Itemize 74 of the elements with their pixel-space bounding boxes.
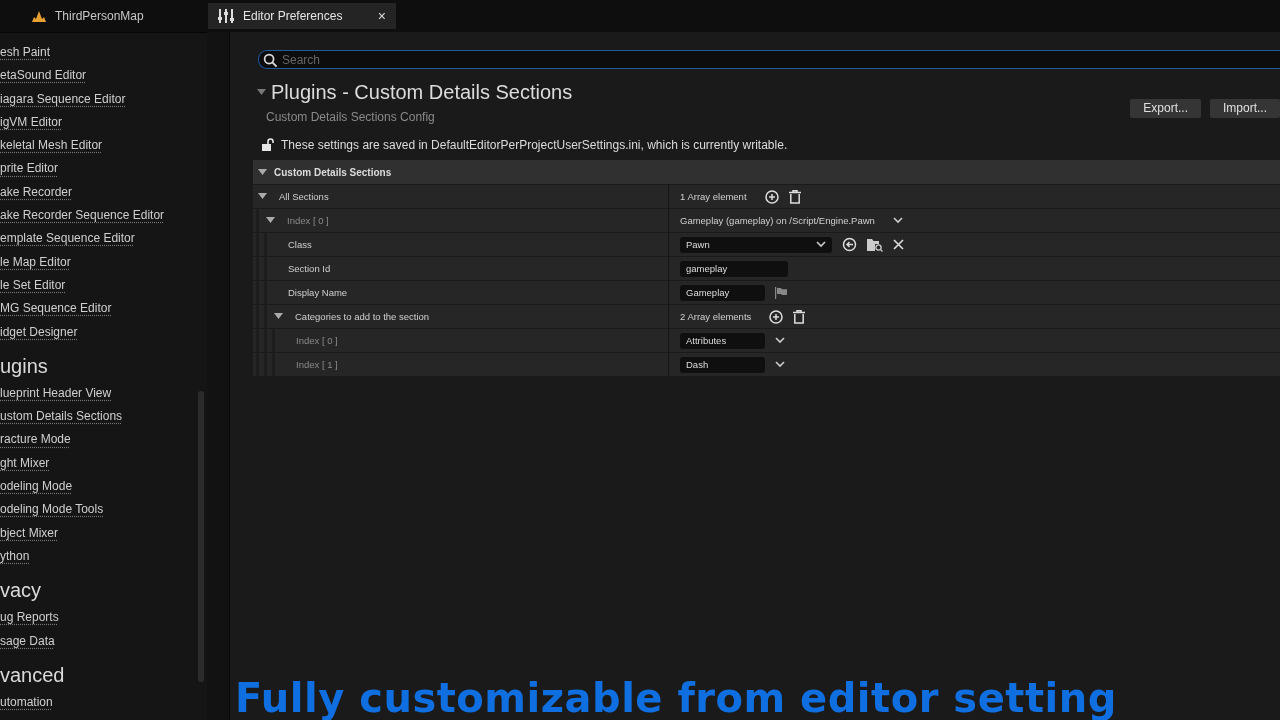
tab[interactable]: Editor Preferences × [208, 3, 396, 29]
sidebar-link[interactable]: iagara Sequence Editor [0, 91, 198, 115]
property-label: Index [ 0 ] [295, 335, 338, 346]
sidebar-link[interactable]: ustom Details Sections [0, 409, 198, 433]
sidebar-link[interactable]: ake Recorder Sequence Editor [0, 208, 198, 232]
property-label: Display Name [287, 287, 348, 298]
add-icon[interactable] [764, 189, 779, 204]
property-label: Index [ 0 ] [286, 215, 329, 226]
array-count: 2 Array elements [680, 311, 752, 322]
sidebar-link[interactable]: ython [0, 548, 198, 573]
chevron-down-icon[interactable] [892, 217, 903, 224]
tab[interactable]: ThirdPersonMap [22, 3, 194, 29]
sidebar-link[interactable]: igVM Editor [0, 114, 198, 139]
value-text: Gameplay (gameplay) on /Script/Engine.Pawn [680, 215, 875, 226]
delete-icon[interactable] [793, 309, 806, 324]
text-field[interactable]: Gameplay [680, 284, 765, 301]
category-heading: ugins [0, 353, 49, 379]
chevron-down-icon[interactable] [775, 337, 785, 344]
expanded-arrow-icon[interactable] [274, 313, 283, 320]
sidebar-link[interactable]: idget Designer [0, 324, 198, 348]
section-title: Plugins - Custom Details Sections [271, 81, 573, 104]
property-label: All Sections [278, 191, 329, 202]
browse-folder-icon[interactable] [867, 237, 883, 252]
sidebar-link[interactable]: MG Sequence Editor [0, 301, 198, 325]
sidebar-link[interactable]: esh Paint [0, 45, 198, 69]
button[interactable]: Import... [1210, 98, 1280, 118]
class-dropdown[interactable]: Pawn [680, 236, 832, 253]
sidebar-link[interactable]: ght Mixer [0, 455, 198, 480]
level-icon [32, 10, 46, 22]
flag-icon[interactable] [775, 286, 787, 299]
sidebar-link[interactable]: odeling Mode Tools [0, 502, 198, 526]
button[interactable]: Export... [1130, 98, 1201, 118]
text-field[interactable]: gameplay [680, 260, 788, 277]
sidebar-link[interactable]: lueprint Header View [0, 385, 198, 410]
sidebar-link[interactable]: utomation [0, 694, 198, 719]
category-heading: vanced [0, 662, 66, 688]
close-button[interactable]: × [377, 8, 386, 24]
clear-icon[interactable] [893, 239, 904, 250]
sidebar-link[interactable]: odeling Mode [0, 479, 198, 503]
use-selected-icon[interactable] [842, 237, 857, 252]
caption: Fully customizable from editor setting [235, 676, 1118, 720]
add-icon[interactable] [769, 309, 784, 324]
category-title: Custom Details Sections [274, 166, 392, 178]
sidebar-link[interactable]: prite Editor [0, 161, 198, 185]
expanded-arrow-icon[interactable] [266, 217, 275, 224]
property-label: Section Id [287, 263, 331, 274]
sidebar-link[interactable]: le Map Editor [0, 254, 198, 278]
notice-text: These settings are saved in DefaultEditorPerProjectUserSettings.ini, which is currently writable. [281, 138, 788, 152]
sidebar-link[interactable]: le Set Editor [0, 277, 198, 302]
chevron-down-icon[interactable] [775, 361, 785, 368]
unlocked-icon [262, 138, 275, 152]
section-subtitle: Custom Details Sections Config [266, 109, 435, 124]
array-count: 1 Array element [680, 191, 747, 202]
sidebar-link[interactable]: ake Recorder [0, 184, 198, 209]
sidebar-link[interactable]: bject Mixer [0, 525, 198, 549]
category-heading: vacy [0, 578, 43, 604]
expanded-arrow-icon[interactable] [258, 168, 267, 176]
dropdown-field[interactable]: Dash [680, 356, 765, 373]
sidebar-link[interactable]: sage Data [0, 633, 198, 657]
sidebar-link[interactable]: ug Reports [0, 610, 198, 634]
dropdown-field[interactable]: Attributes [680, 332, 765, 349]
sidebar-link[interactable]: emplate Sequence Editor [0, 231, 198, 255]
sidebar-link[interactable]: etaSound Editor [0, 68, 198, 92]
search-field[interactable]: Search [258, 50, 1280, 69]
sidebar-link[interactable]: keletal Mesh Editor [0, 138, 198, 162]
property-label: Class [287, 239, 312, 250]
property-label: Index [ 1 ] [295, 359, 338, 370]
chevron-down-icon[interactable] [816, 241, 826, 248]
delete-icon[interactable] [788, 189, 801, 204]
expanded-arrow-icon[interactable] [258, 193, 267, 200]
expanded-arrow-icon[interactable] [257, 89, 266, 96]
sliders-icon [218, 9, 234, 23]
sidebar-link[interactable]: racture Mode [0, 432, 198, 456]
property-label: Categories to add to the section [294, 311, 430, 322]
